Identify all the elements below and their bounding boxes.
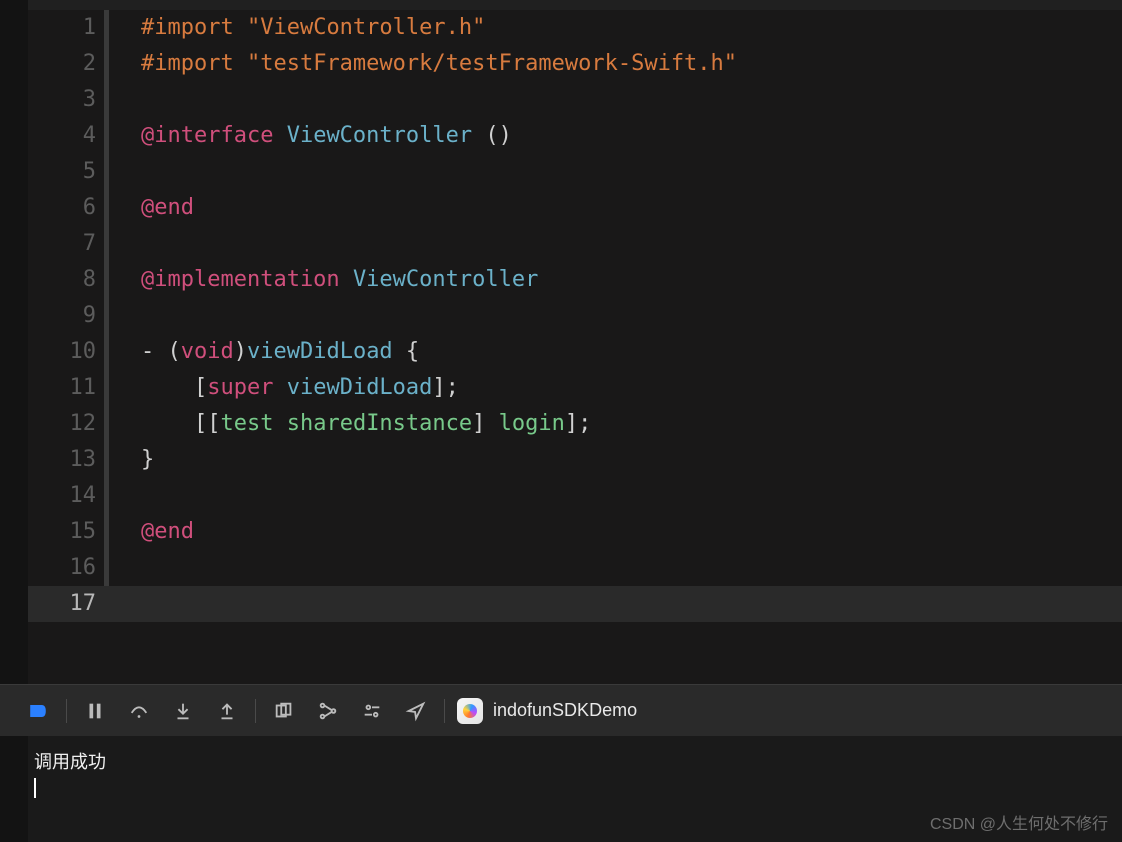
change-bar [104, 190, 109, 226]
change-bar [104, 334, 109, 370]
step-over-button[interactable] [117, 693, 161, 729]
code-line[interactable]: 2 #import "testFramework/testFramework-Sw… [28, 46, 1122, 82]
code-line[interactable]: 8 @implementation ViewController [28, 262, 1122, 298]
code-line[interactable]: 5 [28, 154, 1122, 190]
code-line[interactable]: 4 @interface ViewController () [28, 118, 1122, 154]
change-bar [104, 586, 109, 622]
line-number[interactable]: 13 [28, 442, 104, 478]
change-bar [104, 118, 109, 154]
change-bar [104, 406, 109, 442]
console-output-line: 调用成功 [34, 748, 1116, 774]
change-bar [104, 46, 109, 82]
simulate-location-button[interactable] [394, 693, 438, 729]
line-number[interactable]: 17 [28, 586, 104, 622]
code-content[interactable]: @interface ViewController () [141, 118, 512, 154]
line-number[interactable]: 4 [28, 118, 104, 154]
change-bar [104, 154, 109, 190]
line-number[interactable]: 8 [28, 262, 104, 298]
step-out-button[interactable] [205, 693, 249, 729]
change-bar [104, 298, 109, 334]
environment-overrides-button[interactable] [350, 693, 394, 729]
code-line[interactable]: 15 @end [28, 514, 1122, 550]
line-number[interactable]: 12 [28, 406, 104, 442]
code-line[interactable]: 9 [28, 298, 1122, 334]
code-content[interactable]: [[test sharedInstance] login]; [141, 406, 591, 442]
line-number[interactable]: 6 [28, 190, 104, 226]
code-line[interactable]: 12 [[test sharedInstance] login]; [28, 406, 1122, 442]
line-number[interactable]: 9 [28, 298, 104, 334]
code-line[interactable]: 11 [super viewDidLoad]; [28, 370, 1122, 406]
change-bar [104, 226, 109, 262]
watermark-text: CSDN @人生何处不修行 [930, 810, 1108, 834]
change-bar [104, 442, 109, 478]
line-number[interactable]: 11 [28, 370, 104, 406]
change-bar [104, 262, 109, 298]
code-line[interactable]: 3 [28, 82, 1122, 118]
toolbar-divider [66, 699, 67, 723]
line-number[interactable]: 16 [28, 550, 104, 586]
debug-memory-graph-button[interactable] [306, 693, 350, 729]
code-line[interactable]: 7 [28, 226, 1122, 262]
target-name-label: indofunSDKDemo [493, 700, 637, 721]
toolbar-divider [255, 699, 256, 723]
console-cursor [34, 778, 36, 798]
code-content[interactable]: - (void)viewDidLoad { [141, 334, 419, 370]
top-nav-bar [28, 0, 1122, 10]
debug-toolbar: indofunSDKDemo [0, 684, 1122, 736]
code-content[interactable]: @implementation ViewController [141, 262, 538, 298]
line-number[interactable]: 1 [28, 10, 104, 46]
change-bar [104, 550, 109, 586]
code-line[interactable]: 6 @end [28, 190, 1122, 226]
code-line[interactable]: 16 [28, 550, 1122, 586]
toolbar-divider [444, 699, 445, 723]
line-number[interactable]: 5 [28, 154, 104, 190]
code-line[interactable]: 1 #import "ViewController.h" [28, 10, 1122, 46]
change-bar [104, 10, 109, 46]
debug-target-selector[interactable]: indofunSDKDemo [457, 698, 637, 724]
debug-view-hierarchy-button[interactable] [262, 693, 306, 729]
line-number[interactable]: 3 [28, 82, 104, 118]
code-content[interactable]: @end [141, 514, 194, 550]
code-line[interactable]: 17 [28, 586, 1122, 622]
code-content[interactable]: @end [141, 190, 194, 226]
code-content[interactable]: #import "ViewController.h" [141, 10, 485, 46]
code-line[interactable]: 14 [28, 478, 1122, 514]
code-line[interactable]: 13} [28, 442, 1122, 478]
code-content[interactable]: } [141, 442, 154, 478]
change-bar [104, 478, 109, 514]
code-line[interactable]: 10 - (void)viewDidLoad { [28, 334, 1122, 370]
code-content[interactable]: #import "testFramework/testFramework-Swi… [141, 46, 737, 82]
change-bar [104, 514, 109, 550]
line-number[interactable]: 15 [28, 514, 104, 550]
line-number[interactable]: 7 [28, 226, 104, 262]
pause-button[interactable] [73, 693, 117, 729]
line-number[interactable]: 14 [28, 478, 104, 514]
line-number[interactable]: 10 [28, 334, 104, 370]
app-icon [457, 698, 483, 724]
line-number[interactable]: 2 [28, 46, 104, 82]
debug-toggle-breakpoints-button[interactable] [16, 693, 60, 729]
change-bar [104, 370, 109, 406]
code-editor[interactable]: 1 #import "ViewController.h" 2 #import "tes… [28, 10, 1122, 684]
change-bar [104, 82, 109, 118]
step-into-button[interactable] [161, 693, 205, 729]
code-content[interactable]: [super viewDidLoad]; [141, 370, 459, 406]
